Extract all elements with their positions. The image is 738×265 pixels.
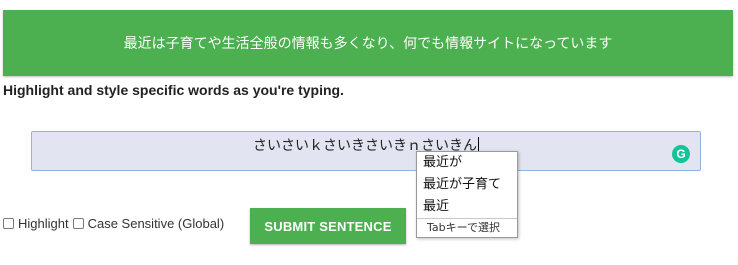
suggestion-item[interactable]: 最近が — [417, 152, 517, 174]
highlight-label[interactable]: Highlight — [18, 216, 69, 231]
sentence-input-text[interactable]: さいさいｋさいきさいきｎさいきん — [32, 135, 700, 155]
text-caret — [478, 137, 479, 152]
suggestion-item[interactable]: 最近 — [417, 196, 517, 218]
banner-text: 最近は子育てや生活全般の情報も多くなり、何でも情報サイトになっています — [123, 35, 613, 51]
highlight-checkbox[interactable] — [3, 218, 14, 229]
suggestion-hint: Tabキーで選択 — [417, 218, 517, 237]
sentence-banner: 最近は子育てや生活全般の情報も多くなり、何でも情報サイトになっています — [3, 10, 733, 76]
submit-sentence-button[interactable]: SUBMIT SENTENCE — [250, 208, 406, 244]
sentence-input[interactable]: さいさいｋさいきさいきｎさいきん G — [31, 131, 701, 171]
options-row: Highlight Case Sensitive (Global) — [3, 216, 228, 231]
page-subtitle: Highlight and style specific words as yo… — [3, 82, 344, 98]
suggestion-item[interactable]: 最近が子育て — [417, 174, 517, 196]
autocomplete-dropdown: 最近が 最近が子育て 最近 Tabキーで選択 — [416, 151, 518, 238]
grammarly-icon[interactable]: G — [672, 145, 690, 163]
page: 最近は子育てや生活全般の情報も多くなり、何でも情報サイトになっています High… — [0, 0, 738, 265]
case-sensitive-label[interactable]: Case Sensitive (Global) — [88, 216, 225, 231]
case-sensitive-checkbox[interactable] — [72, 218, 84, 229]
